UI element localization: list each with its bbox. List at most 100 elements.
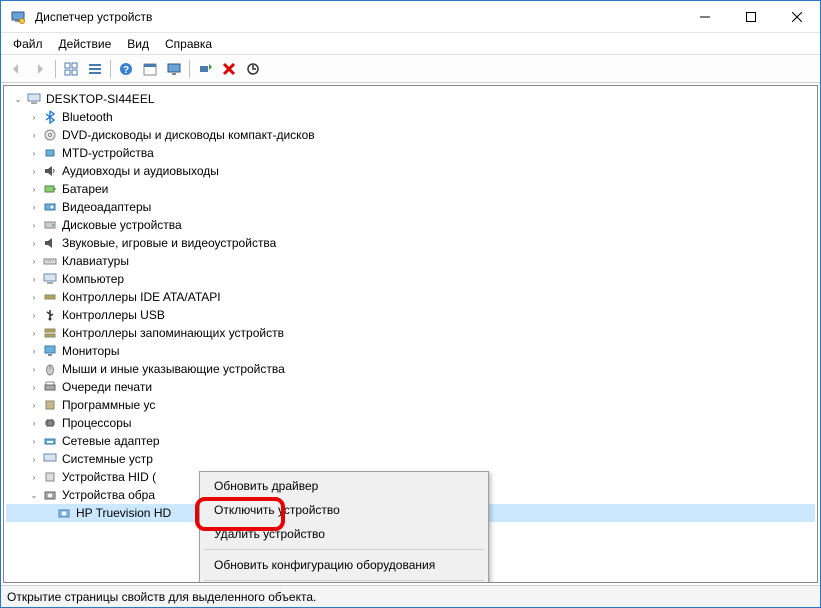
battery-icon <box>42 181 58 197</box>
context-menu: Обновить драйвер Отключить устройство Уд… <box>199 471 489 583</box>
tree-item-storage[interactable]: › Контроллеры запоминающих устройств <box>6 324 815 342</box>
help-button[interactable]: ? <box>115 58 137 80</box>
tree-item-mice[interactable]: ›Мыши и иные указывающие устройства <box>6 360 815 378</box>
tree-label: HP Truevision HD <box>76 506 171 520</box>
expand-icon[interactable]: › <box>28 399 40 411</box>
maximize-button[interactable] <box>728 1 774 33</box>
tree-item-keyboards[interactable]: › Клавиатуры <box>6 252 815 270</box>
tree-label: Сетевые адаптер <box>62 434 160 448</box>
forward-button <box>29 58 51 80</box>
expand-icon[interactable]: › <box>28 111 40 123</box>
ctx-separator <box>204 580 484 581</box>
show-all-button[interactable] <box>60 58 82 80</box>
tree-item-software[interactable]: › Программные ус <box>6 396 815 414</box>
mouse-icon <box>42 361 58 377</box>
expand-icon[interactable]: › <box>28 327 40 339</box>
expand-icon[interactable]: › <box>28 237 40 249</box>
tree-label: Программные ус <box>62 398 155 412</box>
collapse-icon[interactable]: ⌄ <box>28 489 40 501</box>
hid-icon <box>42 469 58 485</box>
tree-label: DESKTOP-SI44EEL <box>46 92 155 106</box>
expand-icon[interactable]: › <box>28 255 40 267</box>
tree-label: Клавиатуры <box>62 254 129 268</box>
expand-icon[interactable]: › <box>28 147 40 159</box>
expand-icon[interactable]: › <box>28 471 40 483</box>
tree-item-monitors[interactable]: › Мониторы <box>6 342 815 360</box>
tree-item-network[interactable]: › Сетевые адаптер <box>6 432 815 450</box>
network-icon <box>42 433 58 449</box>
controller-icon <box>42 289 58 305</box>
tree-item-dvd[interactable]: › DVD-дисководы и дисководы компакт-диско… <box>6 126 815 144</box>
tree-label: Аудиовходы и аудиовыходы <box>62 164 219 178</box>
ctx-update-driver[interactable]: Обновить драйвер <box>202 474 486 498</box>
close-button[interactable] <box>774 1 820 33</box>
chip-icon <box>42 145 58 161</box>
device-list-button[interactable] <box>84 58 106 80</box>
menu-help[interactable]: Справка <box>157 35 220 53</box>
tree-item-display[interactable]: ›Видеоадаптеры <box>6 198 815 216</box>
expand-icon[interactable]: › <box>28 417 40 429</box>
expand-icon[interactable]: › <box>28 129 40 141</box>
minimize-button[interactable] <box>682 1 728 33</box>
computer-icon <box>26 91 42 107</box>
collapse-icon[interactable]: ⌄ <box>12 93 24 105</box>
expand-icon[interactable]: › <box>28 435 40 447</box>
app-icon <box>9 8 27 26</box>
hdd-icon <box>42 217 58 233</box>
menu-file[interactable]: Файл <box>5 35 51 53</box>
speaker-icon <box>42 163 58 179</box>
tree-item-processors[interactable]: ›Процессоры <box>6 414 815 432</box>
uninstall-button[interactable] <box>218 58 240 80</box>
ctx-uninstall-device[interactable]: Удалить устройство <box>202 522 486 546</box>
toolbar: ? <box>1 55 820 83</box>
menu-action[interactable]: Действие <box>51 35 120 53</box>
tree-item-batteries[interactable]: ›Батареи <box>6 180 815 198</box>
tree-root[interactable]: ⌄ DESKTOP-SI44EEL <box>6 90 815 108</box>
ctx-disable-device[interactable]: Отключить устройство <box>202 498 486 522</box>
storage-icon <box>42 325 58 341</box>
ctx-scan-hardware[interactable]: Обновить конфигурацию оборудования <box>202 553 486 577</box>
expand-icon[interactable]: › <box>28 381 40 393</box>
monitor-button[interactable] <box>163 58 185 80</box>
menu-view[interactable]: Вид <box>119 35 157 53</box>
tree-item-bluetooth[interactable]: ›Bluetooth <box>6 108 815 126</box>
cpu-icon <box>42 415 58 431</box>
calendar-button[interactable] <box>139 58 161 80</box>
titlebar[interactable]: Диспетчер устройств <box>1 1 820 33</box>
tree-label: DVD-дисководы и дисководы компакт-дисков <box>62 128 315 142</box>
tree-item-ide[interactable]: ›Контроллеры IDE ATA/ATAPI <box>6 288 815 306</box>
device-tree: ⌄ DESKTOP-SI44EEL ›Bluetooth › DVD-дисков… <box>4 86 817 526</box>
tree-item-mtd[interactable]: › MTD-устройства <box>6 144 815 162</box>
device-tree-container[interactable]: ⌄ DESKTOP-SI44EEL ›Bluetooth › DVD-дисков… <box>3 85 818 583</box>
tree-item-print-queues[interactable]: › Очереди печати <box>6 378 815 396</box>
ctx-separator <box>204 549 484 550</box>
tree-label: MTD-устройства <box>62 146 154 160</box>
back-button <box>5 58 27 80</box>
tree-item-usb[interactable]: ›Контроллеры USB <box>6 306 815 324</box>
expand-icon[interactable]: › <box>28 201 40 213</box>
expand-icon[interactable]: › <box>28 183 40 195</box>
keyboard-icon <box>42 253 58 269</box>
expand-icon[interactable]: › <box>28 345 40 357</box>
expand-icon[interactable]: › <box>28 291 40 303</box>
tree-label: Контроллеры запоминающих устройств <box>62 326 284 340</box>
tree-item-computer[interactable]: ›Компьютер <box>6 270 815 288</box>
tree-item-sound[interactable]: ›Звуковые, игровые и видеоустройства <box>6 234 815 252</box>
expand-icon[interactable]: › <box>28 309 40 321</box>
update-driver-button[interactable] <box>242 58 264 80</box>
tree-label: Очереди печати <box>62 380 152 394</box>
expand-icon[interactable]: › <box>28 453 40 465</box>
expand-icon[interactable]: › <box>28 273 40 285</box>
software-icon <box>42 397 58 413</box>
tree-label: Мониторы <box>62 344 119 358</box>
camera-icon <box>42 487 58 503</box>
tree-item-audio-io[interactable]: › Аудиовходы и аудиовыходы <box>6 162 815 180</box>
expand-icon[interactable]: › <box>28 219 40 231</box>
expand-icon[interactable]: › <box>28 363 40 375</box>
tree-item-system[interactable]: ›Системные устр <box>6 450 815 468</box>
usb-icon <box>42 307 58 323</box>
scan-hardware-button[interactable] <box>194 58 216 80</box>
expand-icon[interactable]: › <box>28 165 40 177</box>
bluetooth-icon <box>42 109 58 125</box>
tree-item-disk[interactable]: ›Дисковые устройства <box>6 216 815 234</box>
